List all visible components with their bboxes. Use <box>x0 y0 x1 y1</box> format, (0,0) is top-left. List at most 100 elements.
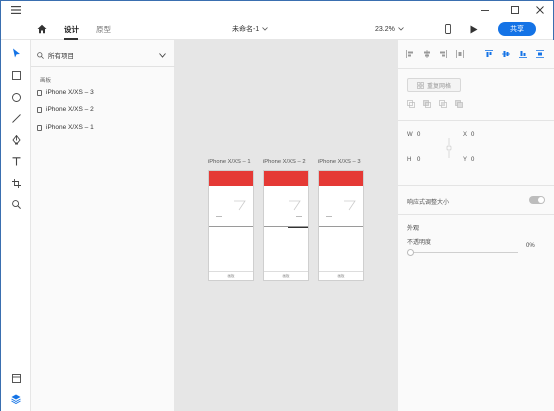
divider <box>31 66 175 67</box>
appearance-heading: 外观 <box>407 226 420 232</box>
artboard-layer-icon <box>37 124 42 131</box>
artboard[interactable]: 画板 <box>208 170 254 281</box>
layer-item-label: iPhone X/XS – 3 <box>46 89 94 96</box>
layer-filter-label: 所有项目 <box>48 53 74 60</box>
artboard-text-placeholder <box>216 216 222 217</box>
artboard-footer: 画板 <box>209 271 253 280</box>
document-title: 未命名-1 <box>232 26 260 33</box>
align-left-icon[interactable] <box>406 50 414 58</box>
toggle-knob <box>538 197 544 203</box>
minimize-button[interactable] <box>470 1 500 18</box>
divider <box>398 185 554 186</box>
boolean-ops-row <box>407 100 463 108</box>
tool-rail <box>1 40 31 411</box>
opacity-slider-track[interactable] <box>414 252 518 253</box>
play-icon[interactable] <box>470 18 478 40</box>
artboard-footer: 画板 <box>319 271 363 280</box>
assets-icon[interactable] <box>9 371 23 385</box>
opacity-slider-knob[interactable] <box>407 249 414 256</box>
artboard[interactable]: 画板 <box>318 170 364 281</box>
divider <box>398 214 554 215</box>
layer-item-label: iPhone X/XS – 2 <box>46 106 94 113</box>
close-button[interactable] <box>525 1 554 18</box>
align-center-icon[interactable] <box>423 50 431 58</box>
rectangle-icon[interactable] <box>9 68 23 82</box>
zoom-icon[interactable] <box>9 197 23 211</box>
artboard[interactable]: 画板 <box>263 170 309 281</box>
repeat-grid-button[interactable]: 重复网格 <box>407 78 461 92</box>
artboard-text-placeholder <box>296 216 302 217</box>
x-field[interactable]: 0 <box>471 132 474 138</box>
layer-filter[interactable]: 所有项目 <box>37 50 74 60</box>
align-right-icon[interactable] <box>439 50 447 58</box>
zoom-level: 23.2% <box>375 25 395 33</box>
artboard-divider <box>209 226 253 227</box>
zoom-dropdown[interactable]: 23.2% <box>375 18 404 40</box>
x-label: X <box>463 132 468 138</box>
opacity-value[interactable]: 0% <box>526 243 535 249</box>
chevron-down-icon[interactable] <box>159 53 166 58</box>
responsive-resize-toggle[interactable] <box>529 196 545 204</box>
tab-prototype[interactable]: 原型 <box>96 18 111 40</box>
y-field[interactable]: 0 <box>471 157 474 163</box>
placeholder-shape-icon <box>234 200 246 211</box>
lock-aspect-icon[interactable] <box>446 138 452 158</box>
layer-item[interactable]: iPhone X/XS – 3 <box>37 89 94 96</box>
home-icon[interactable] <box>37 18 47 40</box>
y-label: Y <box>463 157 468 163</box>
align-top-icon[interactable] <box>485 50 493 58</box>
boolean-subtract-icon[interactable] <box>423 100 431 108</box>
layers-panel: 所有项目 画板 iPhone X/XS – 3 iPhone X/XS – 2 … <box>31 40 175 411</box>
xd-app-window: 设计 原型 未命名-1 23.2% 共享 所有项目 画板 iPhone X/XS… <box>0 0 554 411</box>
device-preview-icon[interactable] <box>445 18 451 40</box>
placeholder-shape-icon <box>344 200 356 211</box>
height-field[interactable]: 0 <box>417 157 420 163</box>
width-label: W <box>407 132 413 138</box>
divider <box>398 68 554 69</box>
artboard-header-bar <box>319 171 363 186</box>
placeholder-shape-icon <box>289 200 301 211</box>
artboard-footer: 画板 <box>264 271 308 280</box>
artboard-layer-icon <box>37 89 42 96</box>
layers-icon[interactable] <box>9 392 23 406</box>
chevron-down-icon <box>262 27 269 31</box>
artboard-divider <box>264 226 308 227</box>
distribute-vertical-icon[interactable] <box>536 50 544 58</box>
app-toolbar: 设计 原型 未命名-1 23.2% 共享 <box>1 18 553 40</box>
search-icon <box>37 51 44 59</box>
width-field[interactable]: 0 <box>417 132 420 138</box>
artboard-layer-icon <box>37 106 42 113</box>
repeat-grid-icon <box>417 81 424 89</box>
pen-icon[interactable] <box>9 133 23 147</box>
tab-design[interactable]: 设计 <box>64 18 79 40</box>
responsive-resize-label: 响应式调整大小 <box>407 200 450 206</box>
artboard-label[interactable]: iPhone X/XS – 1 <box>208 159 251 165</box>
menu-icon[interactable] <box>1 1 31 18</box>
title-bar <box>1 1 553 18</box>
text-icon[interactable] <box>9 154 23 168</box>
artboard-label[interactable]: iPhone X/XS – 3 <box>318 159 361 165</box>
document-title-dropdown[interactable]: 未命名-1 <box>232 18 269 40</box>
artboard-label[interactable]: iPhone X/XS – 2 <box>263 159 306 165</box>
height-label: H <box>407 157 412 163</box>
divider <box>398 120 554 121</box>
align-middle-icon[interactable] <box>502 50 510 58</box>
share-button[interactable]: 共享 <box>498 22 536 36</box>
boolean-add-icon[interactable] <box>407 100 415 108</box>
line-icon[interactable] <box>9 111 23 125</box>
ellipse-icon[interactable] <box>9 90 23 104</box>
layer-item[interactable]: iPhone X/XS – 1 <box>37 124 94 131</box>
section-label: 画板 <box>40 78 52 84</box>
design-canvas[interactable]: iPhone X/XS – 1 画板 iPhone X/XS – 2 画板 iP… <box>175 40 397 411</box>
artboard-header-bar <box>209 171 253 186</box>
property-inspector: 重复网格 W 0 X 0 H 0 Y 0 响应式调整大小 外观 不透明度 0% <box>397 40 554 411</box>
distribute-icon[interactable] <box>456 50 464 58</box>
artboard-divider <box>319 226 363 227</box>
boolean-exclude-icon[interactable] <box>455 100 463 108</box>
boolean-intersect-icon[interactable] <box>439 100 447 108</box>
select-icon[interactable] <box>9 46 23 60</box>
repeat-grid-label: 重复网格 <box>426 83 451 90</box>
artboard-icon[interactable] <box>9 176 23 190</box>
align-bottom-icon[interactable] <box>519 50 527 58</box>
layer-item[interactable]: iPhone X/XS – 2 <box>37 106 94 113</box>
